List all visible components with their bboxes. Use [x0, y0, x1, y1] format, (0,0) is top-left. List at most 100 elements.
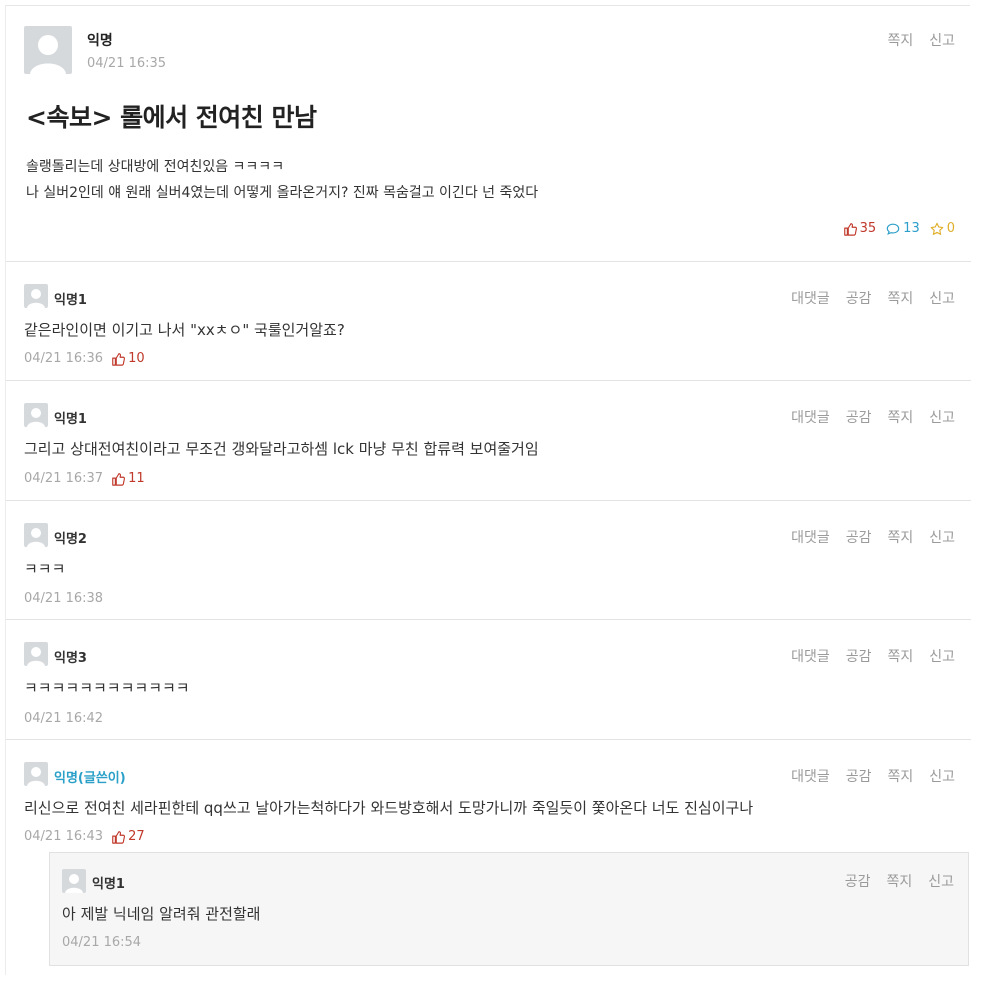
- like-button[interactable]: 공감: [846, 407, 872, 427]
- comment-like-value: 27: [128, 829, 145, 844]
- report-button[interactable]: 신고: [929, 30, 955, 50]
- message-button[interactable]: 쪽지: [887, 766, 913, 786]
- post-body: 솔랭돌리는데 상대방에 전여친있음 ㅋㅋㅋㅋ 나 실버2인데 얘 원래 실버4였…: [26, 154, 538, 206]
- comment-meta: 04/21 16:37 11: [24, 471, 145, 486]
- user-icon: [27, 528, 45, 547]
- comment-text: 같은라인이면 이기고 나서 "xxㅊㅇ" 국룰인거알죠?: [24, 321, 345, 339]
- message-button[interactable]: 쪽지: [887, 527, 913, 547]
- comment-meta: 04/21 16:43 27: [24, 829, 145, 844]
- thumbs-up-icon: [843, 222, 857, 236]
- post-title: <속보> 롤에서 전여친 만남: [26, 103, 317, 132]
- like-button[interactable]: 공감: [846, 766, 872, 786]
- report-button[interactable]: 신고: [929, 646, 955, 666]
- comment-author: 익명1: [54, 293, 87, 308]
- reply-comment: 익명1 공감 쪽지 신고 아 제발 닉네임 알려줘 관전할래 04/21 16:…: [49, 852, 969, 966]
- comment-meta: 04/21 16:38: [24, 591, 103, 606]
- comment-time: 04/21 16:36: [24, 351, 104, 366]
- like-button[interactable]: 공감: [846, 646, 872, 666]
- comment-likes: 10: [111, 351, 145, 366]
- reply-button[interactable]: 대댓글: [791, 766, 830, 786]
- reply-time: 04/21 16:54: [62, 935, 142, 950]
- comment: 익명2 대댓글 공감 쪽지 신고 ㅋㅋㅋ 04/21 16:38: [6, 501, 971, 620]
- comment-author: 익명2: [54, 532, 87, 547]
- post-actions: 쪽지 신고: [887, 30, 955, 50]
- message-button[interactable]: 쪽지: [887, 288, 913, 308]
- post-comment-value: 13: [903, 221, 920, 236]
- user-icon: [27, 408, 45, 427]
- reply-meta: 04/21 16:54: [62, 935, 141, 950]
- comment-text: 그리고 상대전여친이라고 무조건 갱와달라고하셈 lck 마냥 무친 합류력 보…: [24, 440, 539, 458]
- user-icon: [65, 874, 83, 893]
- report-button[interactable]: 신고: [929, 527, 955, 547]
- like-button[interactable]: 공감: [846, 527, 872, 547]
- comment-author: 익명3: [54, 651, 87, 666]
- post-time: 04/21 16:35: [87, 56, 167, 71]
- article-card: 익명 04/21 16:35 쪽지 신고 <속보> 롤에서 전여친 만남 솔랭돌…: [5, 5, 971, 975]
- avatar: [24, 26, 72, 74]
- comment: 익명1 대댓글 공감 쪽지 신고 같은라인이면 이기고 나서 "xxㅊㅇ" 국룰…: [6, 262, 971, 381]
- post-like-value: 35: [859, 221, 877, 236]
- reply-author: 익명1: [92, 877, 125, 892]
- reply-button[interactable]: 대댓글: [791, 646, 830, 666]
- comment-time: 04/21 16:42: [24, 711, 104, 726]
- reply-button[interactable]: 대댓글: [791, 288, 830, 308]
- post-author: 익명: [87, 33, 113, 49]
- avatar: [24, 403, 48, 427]
- avatar: [62, 869, 86, 893]
- comment-like-value: 10: [128, 351, 145, 366]
- message-button[interactable]: 쪽지: [887, 646, 913, 666]
- avatar: [24, 642, 48, 666]
- comment-time: 04/21 16:37: [24, 471, 104, 486]
- comment-text: 리신으로 전여친 세라핀한테 qq쓰고 날아가는척하다가 와드방호해서 도망가니…: [24, 799, 754, 817]
- reply-actions: 공감 쪽지 신고: [845, 871, 954, 891]
- comment-actions: 대댓글 공감 쪽지 신고: [791, 527, 955, 547]
- user-icon: [27, 767, 45, 786]
- comment-actions: 대댓글 공감 쪽지 신고: [791, 407, 955, 427]
- comment-author-op: 익명(글쓴이): [54, 771, 126, 786]
- thumbs-up-icon: [112, 352, 126, 366]
- thumbs-up-icon: [112, 830, 126, 844]
- comment-time: 04/21 16:43: [24, 829, 104, 844]
- comment-text: ㅋㅋㅋ: [24, 560, 66, 578]
- message-button[interactable]: 쪽지: [886, 871, 912, 891]
- comment-like-value: 11: [128, 471, 145, 486]
- report-button[interactable]: 신고: [929, 766, 955, 786]
- message-button[interactable]: 쪽지: [887, 30, 913, 50]
- message-button[interactable]: 쪽지: [887, 407, 913, 427]
- post-comment-count: 13: [886, 221, 920, 236]
- comment-time: 04/21 16:38: [24, 591, 104, 606]
- reply-text: 아 제발 닉네임 알려줘 관전할래: [62, 905, 261, 923]
- avatar: [24, 523, 48, 547]
- star-icon: [930, 222, 944, 235]
- speech-bubble-icon: [886, 223, 900, 235]
- post-scrap-value: 0: [946, 221, 955, 236]
- reply-button[interactable]: 대댓글: [791, 527, 830, 547]
- comment-meta: 04/21 16:42: [24, 711, 103, 726]
- report-button[interactable]: 신고: [929, 407, 955, 427]
- post-body-line: 나 실버2인데 얘 원래 실버4였는데 어떻게 올라온거지? 진짜 목숨걸고 이…: [26, 185, 539, 201]
- thumbs-up-icon: [112, 472, 126, 486]
- post: 익명 04/21 16:35 쪽지 신고 <속보> 롤에서 전여친 만남 솔랭돌…: [6, 6, 971, 262]
- comment-text: ㅋㅋㅋㅋㅋㅋㅋㅋㅋㅋㅋㅋ: [24, 679, 190, 697]
- post-like-count[interactable]: 35: [843, 221, 877, 236]
- like-button[interactable]: 공감: [846, 288, 872, 308]
- post-stats: 35 13 0: [843, 221, 955, 236]
- report-button[interactable]: 신고: [928, 871, 954, 891]
- avatar: [24, 284, 48, 308]
- report-button[interactable]: 신고: [929, 288, 955, 308]
- comment-author: 익명1: [54, 412, 87, 427]
- comment-actions: 대댓글 공감 쪽지 신고: [791, 766, 955, 786]
- like-button[interactable]: 공감: [845, 871, 871, 891]
- comment-actions: 대댓글 공감 쪽지 신고: [791, 288, 955, 308]
- reply-button[interactable]: 대댓글: [791, 407, 830, 427]
- user-icon: [30, 35, 66, 74]
- comment-meta: 04/21 16:36 10: [24, 351, 145, 366]
- post-scrap-count[interactable]: 0: [930, 221, 955, 236]
- user-icon: [27, 647, 45, 666]
- user-icon: [27, 289, 45, 308]
- comment: 익명3 대댓글 공감 쪽지 신고 ㅋㅋㅋㅋㅋㅋㅋㅋㅋㅋㅋㅋ 04/21 16:4…: [6, 620, 971, 740]
- comment-actions: 대댓글 공감 쪽지 신고: [791, 646, 955, 666]
- comment-likes: 27: [111, 829, 145, 844]
- comment: 익명1 대댓글 공감 쪽지 신고 그리고 상대전여친이라고 무조건 갱와달라고하…: [6, 381, 971, 501]
- avatar: [24, 762, 48, 786]
